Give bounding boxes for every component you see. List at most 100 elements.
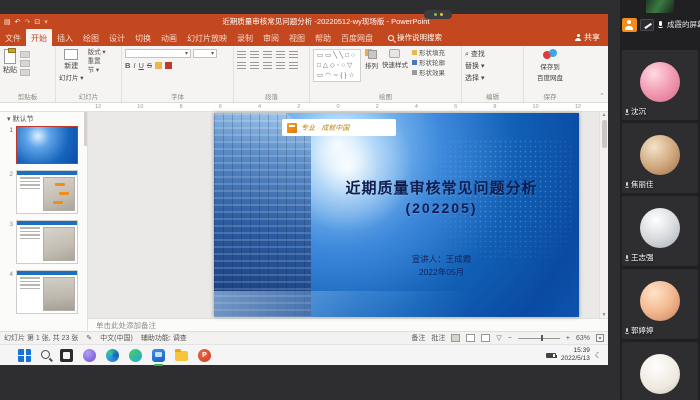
shape-effects-button[interactable]: 形状效果 <box>412 69 445 79</box>
thumbnail-row-1[interactable]: 1 <box>6 126 87 164</box>
underline-button[interactable]: U <box>139 61 144 70</box>
slide-thumbnail-1[interactable] <box>16 126 78 164</box>
quick-styles-button[interactable]: 快速样式 <box>382 49 408 69</box>
participant-tile[interactable]: 王志强 <box>622 196 698 266</box>
participant-tile[interactable]: 沈沉 <box>622 50 698 120</box>
cut-icon[interactable] <box>20 51 30 58</box>
bullets-icon[interactable] <box>237 51 246 59</box>
save-to-baidu-button[interactable]: 保存到 百度网盘 <box>527 49 573 82</box>
participant-tile[interactable]: 郭婷婷 <box>622 269 698 339</box>
ppt-title-bar[interactable]: ▤ ↶ ↷ ⊡ ▾ 近期质量审核常见问题分析 -20220512-wy现场版 -… <box>0 14 608 29</box>
tab-design[interactable]: 设计 <box>104 29 130 46</box>
thumbnail-row-4[interactable]: 4 <box>6 270 87 314</box>
language-indicator[interactable]: 中文(中国) <box>100 333 133 343</box>
align-right-icon[interactable] <box>263 62 272 70</box>
slide-title[interactable]: 近期质量审核常见问题分析 (202205) <box>310 179 573 218</box>
start-button-icon[interactable] <box>18 349 31 362</box>
arrange-button[interactable]: 排列 <box>365 49 378 70</box>
scrollbar-thumb[interactable] <box>602 120 607 148</box>
accessibility-status[interactable]: 辅助功能: 调查 <box>141 333 187 343</box>
slide-sorter-view-button[interactable] <box>466 334 475 342</box>
notes-pane[interactable]: 单击此处添加备注 <box>88 318 608 331</box>
night-mode-icon[interactable]: ☾ <box>595 351 602 360</box>
edge-browser-icon[interactable] <box>106 349 119 362</box>
file-explorer-icon[interactable] <box>175 351 188 361</box>
shape-fill-button[interactable]: 形状填充 <box>412 49 445 59</box>
fit-to-window-icon[interactable] <box>596 334 604 342</box>
align-center-icon[interactable] <box>250 62 259 70</box>
find-button[interactable]: ⌕ 查找 <box>465 49 520 61</box>
slide-thumbnail-panel[interactable]: ▾ 默认节 1 2 <box>0 112 88 331</box>
format-painter-icon[interactable] <box>20 69 30 76</box>
thumbnail-scrollbar[interactable] <box>84 112 87 146</box>
copy-icon[interactable] <box>20 60 30 67</box>
task-view-icon[interactable] <box>60 349 73 362</box>
shapes-gallery[interactable]: ▭▭╲╲□○ □△◇◦○▽ ▭◠∼{}☆ <box>313 49 361 82</box>
notes-toggle-button[interactable]: 备注 <box>411 333 425 343</box>
section-button[interactable]: 节 ▾ <box>88 67 106 76</box>
member-list-icon[interactable] <box>622 18 637 32</box>
save-icon[interactable]: ▤ <box>4 18 11 26</box>
slide-thumbnail-3[interactable] <box>16 220 78 264</box>
italic-button[interactable]: I <box>133 61 135 70</box>
powerpoint-app-icon[interactable]: P <box>198 349 211 362</box>
slide-presenter-block[interactable]: 宣讲人：王成霞 2022年05月 <box>310 253 573 279</box>
section-header[interactable]: ▾ 默认节 <box>0 114 87 124</box>
tab-home[interactable]: 开始 <box>26 29 52 46</box>
numbering-icon[interactable] <box>250 51 259 59</box>
undo-icon[interactable]: ↶ <box>15 18 21 26</box>
font-size-combobox[interactable]: ▾ <box>193 49 217 58</box>
tab-baidu-netdisk[interactable]: 百度网盘 <box>336 29 378 46</box>
thumbnail-row-2[interactable]: 2 <box>6 170 87 214</box>
align-left-icon[interactable] <box>237 62 246 70</box>
layout-button[interactable]: 版式 ▾ <box>88 49 106 58</box>
participant-tile[interactable]: 焦丽佳 <box>622 123 698 193</box>
indent-increase-icon[interactable] <box>276 51 285 59</box>
tab-slideshow[interactable]: 幻灯片放映 <box>182 29 232 46</box>
justify-icon[interactable] <box>276 62 285 70</box>
zoom-slider[interactable] <box>518 338 560 339</box>
participant-tile[interactable] <box>622 342 698 400</box>
meeting-floating-toolbar[interactable] <box>424 10 452 19</box>
screen-share-banner[interactable]: 成霞的屏幕 <box>622 16 700 33</box>
indent-decrease-icon[interactable] <box>263 51 272 59</box>
tab-record[interactable]: 录制 <box>232 29 258 46</box>
pen-icon[interactable]: ✎ <box>86 334 92 342</box>
select-button[interactable]: 选择 ▾ <box>465 73 520 85</box>
reading-view-button[interactable] <box>481 334 490 342</box>
section-collapse-icon[interactable]: ▾ <box>7 116 11 123</box>
partial-video-tile[interactable] <box>646 0 674 13</box>
zoom-level[interactable]: 63% <box>576 335 590 342</box>
tell-me-search[interactable]: 操作说明搜索 <box>388 29 442 46</box>
thumbnail-row-3[interactable]: 3 <box>6 220 87 264</box>
zoom-out-icon[interactable]: − <box>508 335 512 342</box>
font-name-combobox[interactable]: ▾ <box>125 49 191 58</box>
line-spacing-icon[interactable] <box>289 51 298 59</box>
paste-button[interactable]: 粘贴 <box>3 49 17 76</box>
columns-icon[interactable] <box>289 62 298 70</box>
tab-file[interactable]: 文件 <box>0 29 26 46</box>
slide-thumbnail-2[interactable] <box>16 170 78 214</box>
replace-button[interactable]: 替换 ▾ <box>465 61 520 73</box>
tab-help[interactable]: 帮助 <box>310 29 336 46</box>
comments-toggle-button[interactable]: 批注 <box>431 333 445 343</box>
reset-button[interactable]: 重置 <box>88 58 106 67</box>
tab-view[interactable]: 视图 <box>284 29 310 46</box>
collapse-ribbon-icon[interactable]: ⌃ <box>599 92 605 100</box>
normal-view-button[interactable] <box>451 334 460 342</box>
tab-draw[interactable]: 绘图 <box>78 29 104 46</box>
redo-icon[interactable]: ↷ <box>25 18 31 26</box>
tab-transitions[interactable]: 切换 <box>130 29 156 46</box>
tab-animations[interactable]: 动画 <box>156 29 182 46</box>
tab-insert[interactable]: 插入 <box>52 29 78 46</box>
annotation-icon[interactable] <box>640 19 654 31</box>
meeting-app-icon[interactable] <box>152 349 165 362</box>
highlight-color-icon[interactable] <box>155 62 162 69</box>
font-color-icon[interactable] <box>165 62 172 69</box>
strikethrough-button[interactable]: S <box>147 61 152 70</box>
slide-editing-area[interactable]: 专业 · 成就中国 近期质量审核常见问题分析 (202205) 宣讲人：王成霞 … <box>88 112 608 318</box>
scroll-down-icon[interactable]: ▼ <box>602 312 607 318</box>
slide-thumbnail-4[interactable] <box>16 270 78 314</box>
vertical-scrollbar[interactable]: ▲ ▼ <box>599 112 608 318</box>
zoom-in-icon[interactable]: + <box>566 335 570 342</box>
